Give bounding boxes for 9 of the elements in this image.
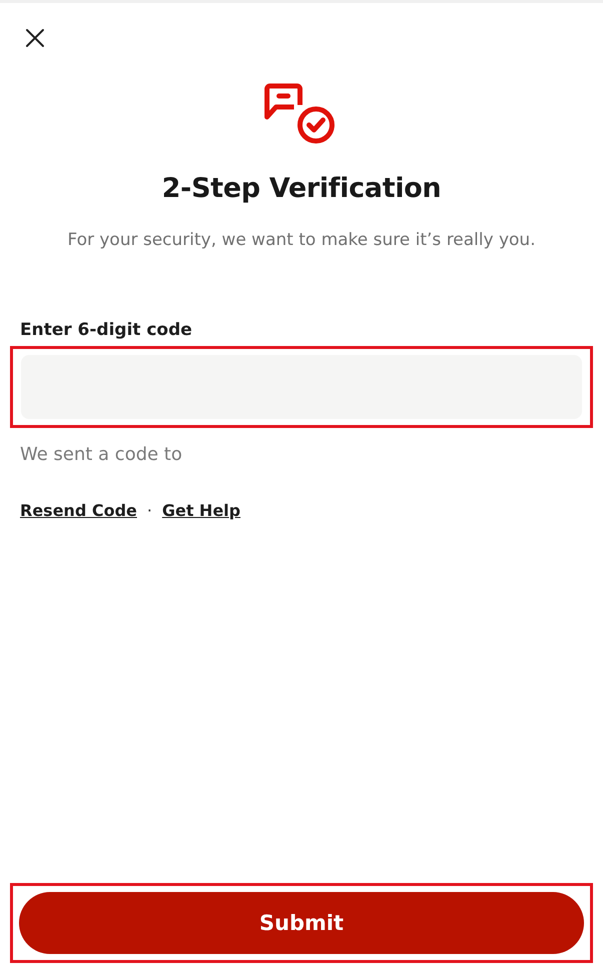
help-link[interactable]: Resend Code	[20, 501, 137, 520]
help-link[interactable]: Get Help	[162, 501, 240, 520]
subtitle-text: For your security, we want to make sure it’s really you.	[66, 230, 536, 250]
close-icon	[25, 28, 45, 48]
field-label: Enter 6-digit code	[20, 320, 194, 340]
submit-button[interactable]: Submit	[19, 892, 584, 954]
page-title: 2-Step Verification	[160, 173, 442, 204]
separator-dot: ·	[147, 501, 152, 520]
sent-note: We sent a code to	[20, 444, 184, 465]
